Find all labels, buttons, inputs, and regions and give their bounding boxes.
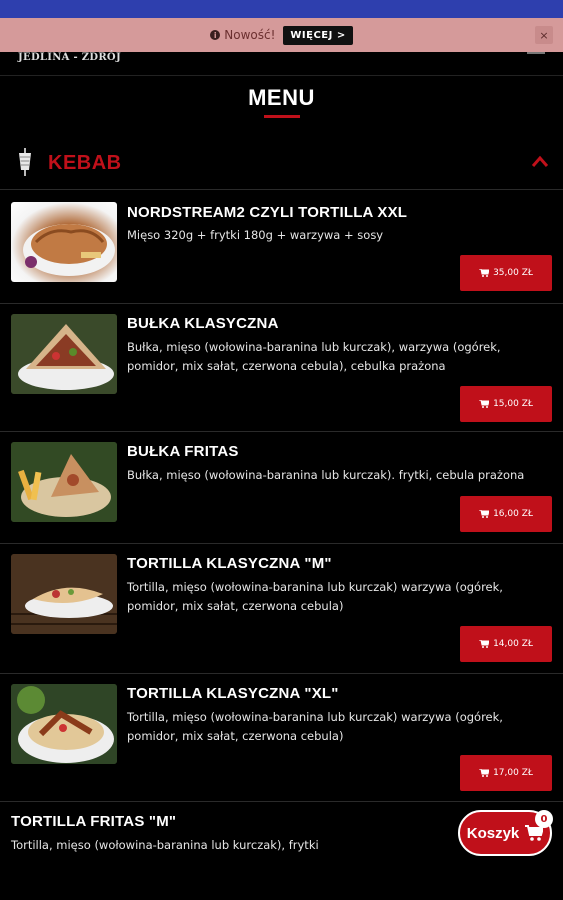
cart-icon <box>479 640 490 648</box>
cart-icon <box>479 510 490 518</box>
item-image <box>11 442 117 522</box>
item-title: TORTILLA FRITAS "M" <box>11 813 177 830</box>
price-label: 15,00 ZŁ <box>493 399 533 409</box>
notice-text: Nowość! <box>224 28 276 42</box>
kebab-icon <box>19 148 31 176</box>
top-color-strip <box>0 0 563 18</box>
cart-count-badge: 0 <box>535 810 553 828</box>
item-title: BUŁKA FRITAS <box>127 443 239 460</box>
notice-message: i Nowość! <box>210 28 275 42</box>
item-image <box>11 314 117 394</box>
item-image <box>11 202 117 282</box>
item-description: Mięso 320g + frytki 180g + warzywa + sos… <box>127 228 384 242</box>
menu-item: BUŁKA KLASYCZNA Bułka, mięso (wołowina-b… <box>0 304 563 432</box>
add-to-cart-button[interactable]: 16,00 ZŁ <box>460 496 552 532</box>
price-label: 17,00 ZŁ <box>493 768 533 778</box>
item-description: Tortilla, mięso (wołowina-baranina lub k… <box>127 710 503 743</box>
site-header: JEDLINA - ZDRÓJ <box>0 52 563 76</box>
logo[interactable]: JEDLINA - ZDRÓJ <box>18 52 121 63</box>
cart-icon <box>479 769 490 777</box>
info-icon: i <box>210 30 221 40</box>
cart-icon <box>479 269 490 277</box>
category-header-kebab[interactable]: KEBAB <box>0 140 563 190</box>
item-description: Tortilla, mięso (wołowina-baranina lub k… <box>11 838 319 852</box>
more-button[interactable]: WIĘCEJ > <box>283 25 353 45</box>
add-to-cart-button[interactable]: 15,00 ZŁ <box>460 386 552 422</box>
item-title: BUŁKA KLASYCZNA <box>127 315 279 332</box>
item-description: Bułka, mięso (wołowina-baranina lub kurc… <box>127 340 501 373</box>
item-title: TORTILLA KLASYCZNA "M" <box>127 555 332 572</box>
hamburger-menu-icon[interactable] <box>527 52 545 56</box>
menu-item: NORDSTREAM2 CZYLI TORTILLA XXL Mięso 320… <box>0 192 563 304</box>
add-to-cart-button[interactable]: 17,00 ZŁ <box>460 755 552 791</box>
add-to-cart-button[interactable]: 14,00 ZŁ <box>460 626 552 662</box>
cart-icon <box>479 400 490 408</box>
cart-label: Koszyk <box>466 824 520 842</box>
menu-item: BUŁKA FRITAS Bułka, mięso (wołowina-bara… <box>0 432 563 544</box>
item-description: Bułka, mięso (wołowina-baranina lub kurc… <box>127 468 525 482</box>
item-image <box>11 684 117 764</box>
price-label: 35,00 ZŁ <box>493 268 533 278</box>
price-label: 16,00 ZŁ <box>493 509 533 519</box>
category-label: KEBAB <box>48 152 122 174</box>
menu-item: TORTILLA KLASYCZNA "XL" Tortilla, mięso … <box>0 674 563 802</box>
title-underline <box>264 115 300 118</box>
item-title: TORTILLA KLASYCZNA "XL" <box>127 685 339 702</box>
item-title: NORDSTREAM2 CZYLI TORTILLA XXL <box>127 204 408 221</box>
menu-item: TORTILLA KLASYCZNA "M" Tortilla, mięso (… <box>0 544 563 674</box>
item-description: Tortilla, mięso (wołowina-baranina lub k… <box>127 580 503 613</box>
page-title: MENU <box>248 85 315 110</box>
item-image <box>11 554 117 634</box>
price-label: 14,00 ZŁ <box>493 639 533 649</box>
add-to-cart-button[interactable]: 35,00 ZŁ <box>460 255 552 291</box>
close-notice-button[interactable]: × <box>535 26 553 44</box>
notice-bar: i Nowość! WIĘCEJ > × <box>0 18 563 52</box>
chevron-up-icon[interactable] <box>531 153 549 171</box>
